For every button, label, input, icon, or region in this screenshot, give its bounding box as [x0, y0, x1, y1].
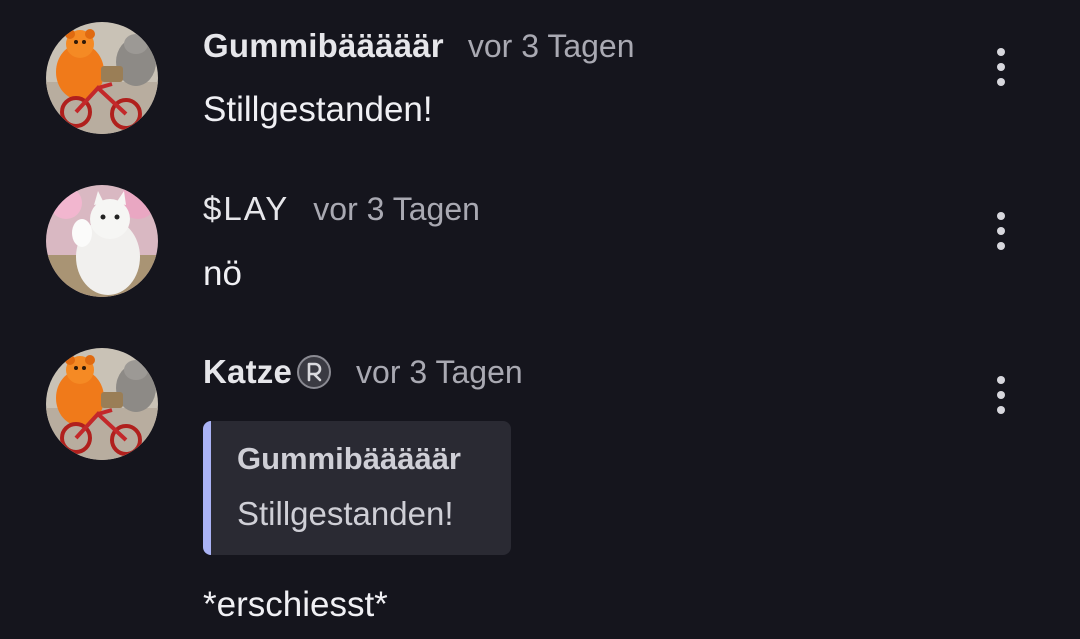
quote-text: Stillgestanden!	[237, 495, 454, 532]
comment-text: nö	[203, 254, 242, 293]
more-vertical-icon	[997, 376, 1005, 384]
more-options-button[interactable]	[984, 210, 1018, 252]
avatar[interactable]	[46, 185, 158, 297]
orange-bear-on-bicycle-with-cat-avatar	[46, 348, 158, 460]
avatar[interactable]	[46, 22, 158, 134]
timestamp: vor 3 Tagen	[356, 353, 523, 390]
registered-icon	[296, 354, 332, 390]
author-name[interactable]: Katze	[203, 353, 292, 391]
quote-author: Gummibääääär	[237, 441, 461, 476]
quoted-comment[interactable]: Gummibääääär Stillgestanden!	[203, 421, 511, 555]
more-options-button[interactable]	[984, 46, 1018, 88]
comment-text: *erschiesst*	[203, 585, 388, 624]
orange-bear-on-bicycle-with-cat-avatar	[46, 22, 158, 134]
timestamp: vor 3 Tagen	[467, 27, 635, 64]
white-cat-waving-avatar	[46, 185, 158, 297]
avatar[interactable]	[46, 348, 158, 460]
quote-accent-bar	[203, 421, 211, 555]
comment-header: Gummibääääär vor 3 Tagen	[203, 26, 635, 66]
more-vertical-icon	[997, 212, 1005, 220]
comment-header: $LAY vor 3 Tagen	[203, 189, 480, 229]
more-options-button[interactable]	[984, 374, 1018, 416]
timestamp: vor 3 Tagen	[313, 190, 480, 227]
comment-header: Katze vor 3 Tagen	[203, 352, 523, 392]
more-vertical-icon	[997, 48, 1005, 56]
author-name[interactable]: $LAY	[203, 190, 289, 228]
comment-text: Stillgestanden!	[203, 90, 433, 129]
author-name[interactable]: Gummibääääär	[203, 27, 444, 65]
comment-feed: Gummibääääär vor 3 Tagen Stillgestanden!	[0, 0, 1080, 639]
